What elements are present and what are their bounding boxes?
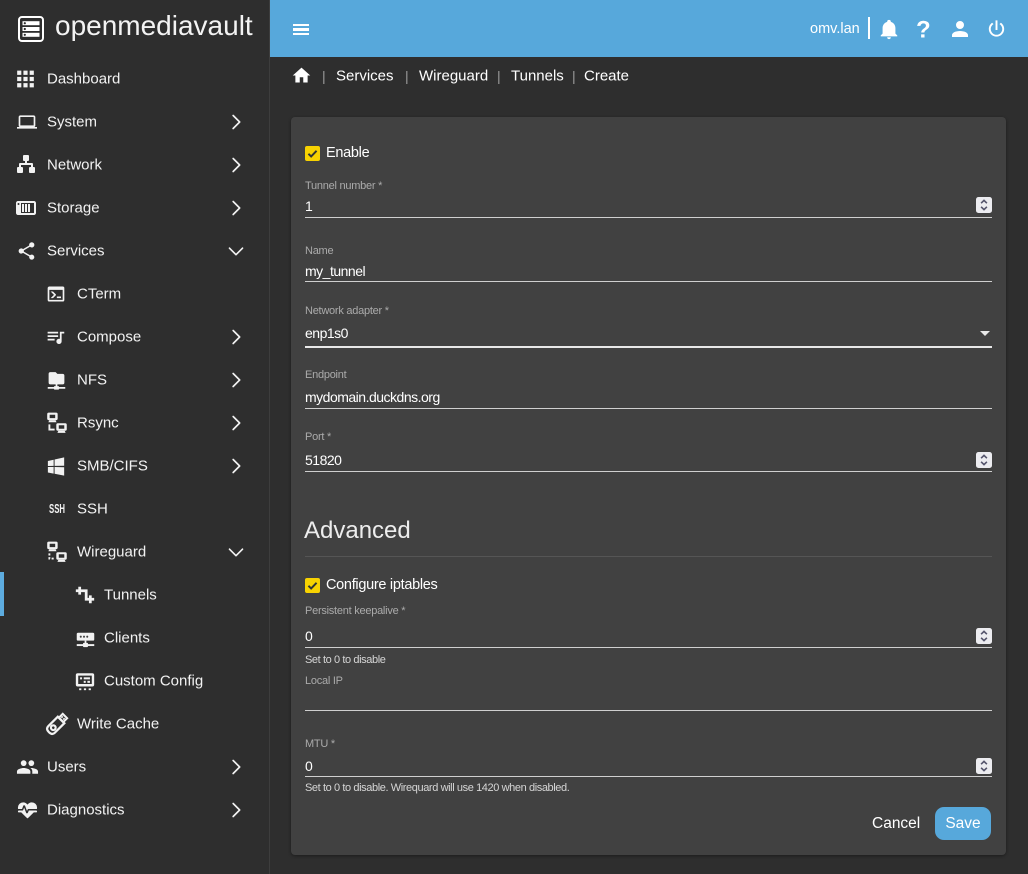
svg-text:SSH: SSH bbox=[49, 501, 65, 516]
